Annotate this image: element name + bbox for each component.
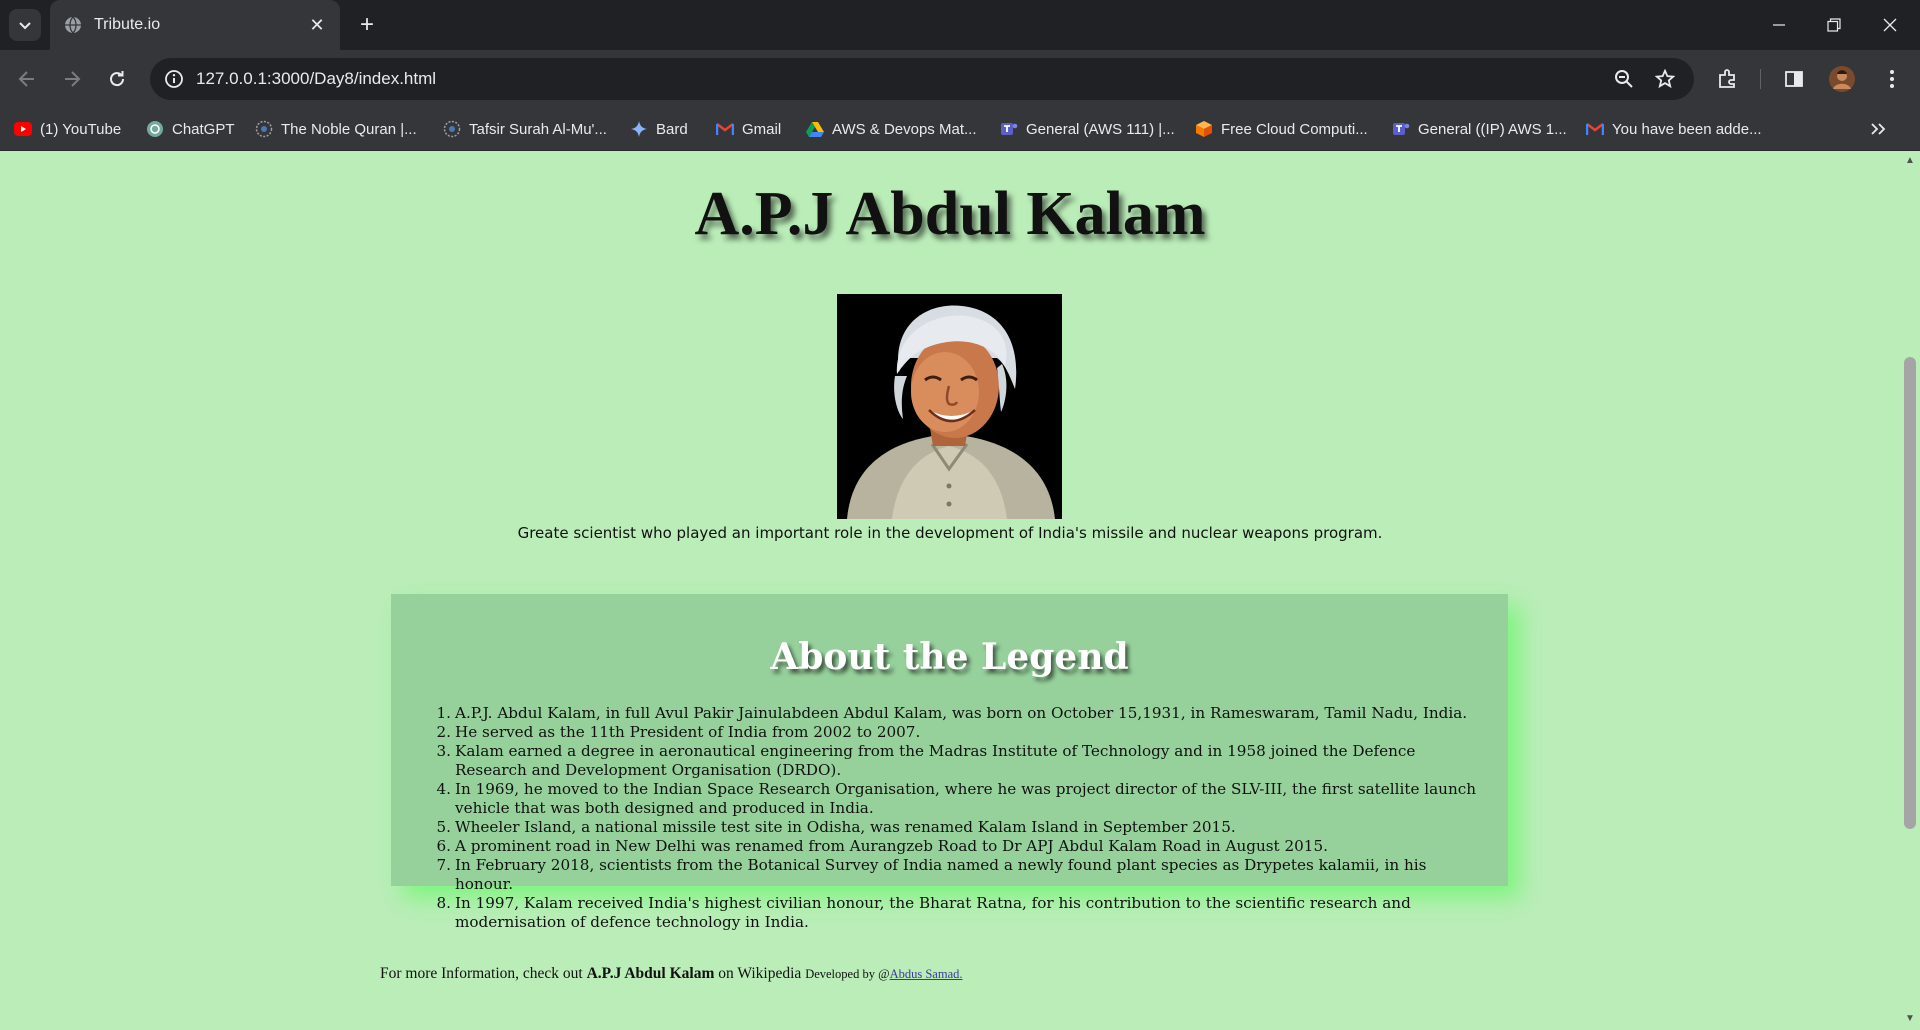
fact-text: Wheeler Island, a national missile test … (455, 818, 1236, 836)
fact-text: In February 2018, scientists from the Bo… (455, 856, 1427, 893)
profile-avatar[interactable] (1828, 65, 1856, 93)
footer-prefix: For more Information, check out (380, 965, 583, 982)
bookmark-label: (1) YouTube (40, 120, 122, 138)
bookmark-bard[interactable]: Bard (630, 116, 688, 142)
page-title: A.P.J Abdul Kalam (694, 180, 1206, 248)
bookmarks-overflow-icon[interactable] (1870, 116, 1886, 142)
zoom-icon[interactable] (1612, 67, 1636, 91)
site-info-icon[interactable] (162, 67, 186, 91)
developer-prefix: Developed by @ (805, 967, 890, 981)
quran-icon (443, 120, 461, 138)
bookmark-label: Free Cloud Computi... (1221, 120, 1368, 138)
portrait-illustration (837, 294, 1062, 519)
bookmark-label: Tafsir Surah Al-Mu'... (469, 120, 607, 138)
scroll-down-icon[interactable]: ▼ (1904, 1013, 1916, 1025)
fact-item: 7. In February 2018, scientists from the … (436, 856, 1427, 893)
tab-search-button[interactable] (9, 9, 41, 41)
restore-icon[interactable] (1806, 0, 1862, 50)
bookmark-label: AWS & Devops Mat... (832, 120, 977, 138)
side-panel-icon[interactable] (1780, 65, 1808, 93)
bookmark-gmail[interactable]: Gmail (716, 116, 781, 142)
bookmark-label: General ((IP) AWS 1... (1418, 120, 1567, 138)
bookmark-label: Bard (656, 120, 688, 138)
cube-icon (1195, 120, 1213, 138)
about-section: About the Legend 1. A.P.J. Abdul Kalam, i… (391, 594, 1508, 931)
toolbar-divider (1760, 69, 1761, 89)
facts-list: 1. A.P.J. Abdul Kalam, in full Avul Pakir… (436, 704, 1485, 932)
extensions-icon[interactable] (1714, 65, 1742, 93)
footer-suffix: on Wikipedia (718, 965, 802, 982)
fact-text: In 1997, Kalam received India's highest … (455, 894, 1411, 931)
developer-credit: Developed by @Abdus Samad. (805, 967, 962, 981)
chatgpt-icon (146, 120, 164, 138)
bookmark-chatgpt[interactable]: ChatGPT (146, 116, 235, 142)
globe-icon (65, 16, 81, 34)
bookmark-label: ChatGPT (172, 120, 235, 138)
new-tab-icon[interactable]: + (354, 11, 380, 38)
bookmark-label: You have been adde... (1612, 120, 1762, 138)
fact-item: 4. In 1969, he moved to the Indian Space … (436, 780, 1477, 817)
url-text: 127.0.0.1:3000/Day8/index.html (196, 69, 437, 88)
wikipedia-link[interactable]: A.P.J Abdul Kalam (587, 965, 715, 982)
bookmark-star-icon[interactable] (1653, 67, 1677, 91)
bard-icon (630, 120, 648, 138)
back-arrow-icon[interactable] (11, 63, 43, 95)
about-heading: About the Legend (770, 636, 1129, 678)
scroll-up-icon[interactable]: ▲ (1904, 155, 1916, 167)
fact-item: 8. In 1997, Kalam received India's highes… (436, 894, 1411, 931)
bookmark-free-cloud[interactable]: Free Cloud Computi... (1195, 116, 1368, 142)
fact-text: Kalam earned a degree in aeronautical en… (455, 742, 1416, 779)
bookmark-aws-devops[interactable]: AWS & Devops Mat... (806, 116, 977, 142)
fact-item: 1. A.P.J. Abdul Kalam, in full Avul Pakir… (436, 704, 1468, 722)
minimize-icon[interactable] (1751, 0, 1807, 50)
bookmark-youtube[interactable]: (1) YouTube (14, 116, 121, 142)
bookmark-noble-quran[interactable]: The Noble Quran |... (255, 116, 417, 142)
bookmark-label: General (AWS 111) |... (1026, 120, 1175, 138)
page-scrollbar[interactable]: ▲ ▼ (1900, 151, 1920, 1030)
fact-text: He served as the 11th President of India… (455, 723, 921, 741)
address-bar[interactable]: 127.0.0.1:3000/Day8/index.html (150, 58, 1694, 100)
tab-close-icon[interactable]: ✕ (304, 12, 330, 38)
bookmark-general-aws-111[interactable]: General (AWS 111) |... (1000, 116, 1175, 142)
bookmark-label: The Noble Quran |... (281, 120, 417, 138)
youtube-icon (14, 120, 32, 138)
bookmark-general-ip-aws[interactable]: General ((IP) AWS 1... (1392, 116, 1567, 142)
fact-item: 3. Kalam earned a degree in aeronautical … (436, 742, 1416, 779)
drive-icon (806, 120, 824, 138)
fact-text: A prominent road in New Delhi was rename… (455, 837, 1328, 855)
fact-item: 5. Wheeler Island, a national missile tes… (436, 818, 1236, 836)
forward-arrow-icon[interactable] (56, 63, 88, 95)
page-viewport: A.P.J Abdul Kalam Greate scientist who p… (0, 151, 1920, 1030)
tab-title: Tribute.io (94, 16, 161, 33)
scroll-thumb[interactable] (1904, 357, 1916, 829)
tab-strip: Tribute.io ✕ + (0, 0, 1920, 50)
chevron-down-icon (19, 22, 31, 30)
teams-icon (1000, 120, 1018, 138)
footer-info: For more Information, check out A.P.J Ab… (380, 965, 963, 983)
more-menu-icon[interactable] (1878, 65, 1906, 93)
fact-item: 6. A prominent road in New Delhi was rena… (436, 837, 1328, 855)
gmail-icon (716, 120, 734, 138)
fact-text: In 1969, he moved to the Indian Space Re… (455, 780, 1477, 817)
fact-item: 2. He served as the 11th President of Ind… (436, 723, 921, 741)
active-tab[interactable]: Tribute.io ✕ (50, 0, 340, 50)
bookmark-tafsir[interactable]: Tafsir Surah Al-Mu'... (443, 116, 607, 142)
tribute-page: A.P.J Abdul Kalam Greate scientist who p… (0, 151, 1900, 1030)
gmail-icon (1586, 120, 1604, 138)
bookmark-you-have-been-added[interactable]: You have been adde... (1586, 116, 1762, 142)
portrait-caption: Greate scientist who played an important… (517, 524, 1383, 542)
bookmarks-bar: (1) YouTube ChatGPT The Noble Quran |...… (0, 108, 1920, 151)
fact-text: A.P.J. Abdul Kalam, in full Avul Pakir J… (455, 704, 1468, 722)
bookmark-label: Gmail (742, 120, 782, 138)
close-window-icon[interactable] (1862, 0, 1918, 50)
browser-toolbar: 127.0.0.1:3000/Day8/index.html (0, 50, 1920, 108)
developer-link[interactable]: Abdus Samad. (890, 967, 963, 981)
reload-icon[interactable] (101, 63, 133, 95)
quran-icon (255, 120, 273, 138)
teams-icon (1392, 120, 1410, 138)
portrait-image (837, 294, 1062, 519)
